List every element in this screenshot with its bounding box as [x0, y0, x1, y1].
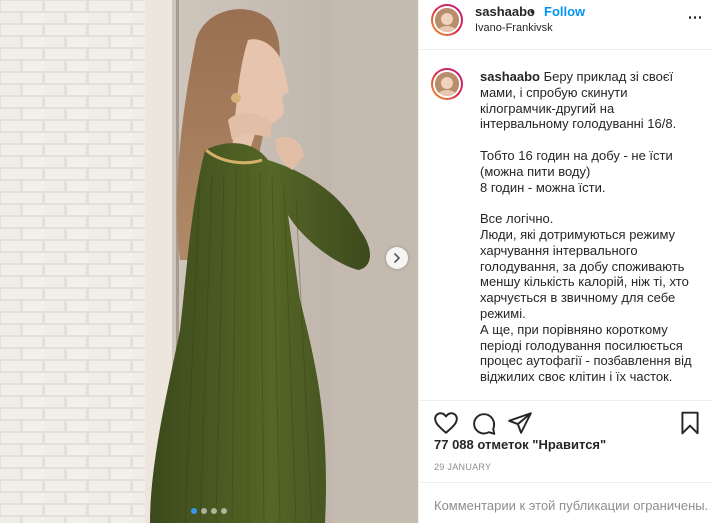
- bookmark-icon[interactable]: [677, 410, 703, 436]
- next-slide-button[interactable]: [386, 247, 408, 269]
- avatar-image: [433, 6, 461, 34]
- heart-icon[interactable]: [433, 410, 459, 436]
- carousel-dot: [191, 508, 197, 514]
- instagram-post: sashaabo • Follow Ivano-Frankivsk sashaa…: [0, 0, 713, 523]
- carousel-indicator: [0, 508, 418, 514]
- location-link[interactable]: Ivano-Frankivsk: [475, 22, 553, 34]
- post-photo: [0, 0, 418, 523]
- caption-text: Беру приклад зі своєї мами, і спробую ск…: [480, 69, 692, 385]
- more-options-icon[interactable]: [687, 8, 703, 26]
- caption-avatar[interactable]: [431, 68, 463, 100]
- avatar[interactable]: [431, 4, 463, 36]
- carousel-dot: [221, 508, 227, 514]
- likes-count[interactable]: 77 088 отметок "Нравится": [434, 437, 606, 452]
- post-side-panel: sashaabo • Follow Ivano-Frankivsk sashaa…: [418, 0, 713, 523]
- post-media[interactable]: [0, 0, 418, 523]
- chevron-right-icon: [394, 253, 401, 263]
- carousel-dot: [201, 508, 207, 514]
- paper-plane-icon[interactable]: [507, 410, 533, 436]
- follow-button[interactable]: Follow: [544, 4, 585, 19]
- post-header: sashaabo • Follow Ivano-Frankivsk: [419, 0, 713, 50]
- comment-icon[interactable]: [471, 410, 497, 436]
- carousel-dot: [211, 508, 217, 514]
- comments-disabled-notice: Комментарии к этой публикации ограничены…: [419, 482, 713, 523]
- caption-username[interactable]: sashaabo: [480, 69, 540, 84]
- separator-dot: •: [530, 4, 535, 19]
- action-bar: [419, 400, 713, 436]
- caption-body: sashaabo Беру приклад зі своєї мами, і с…: [480, 69, 702, 385]
- author-username[interactable]: sashaabo: [475, 4, 535, 19]
- post-date[interactable]: 29 JANUARY: [434, 462, 491, 472]
- post-caption: sashaabo Беру приклад зі своєї мами, і с…: [419, 50, 713, 395]
- avatar-image: [433, 70, 461, 98]
